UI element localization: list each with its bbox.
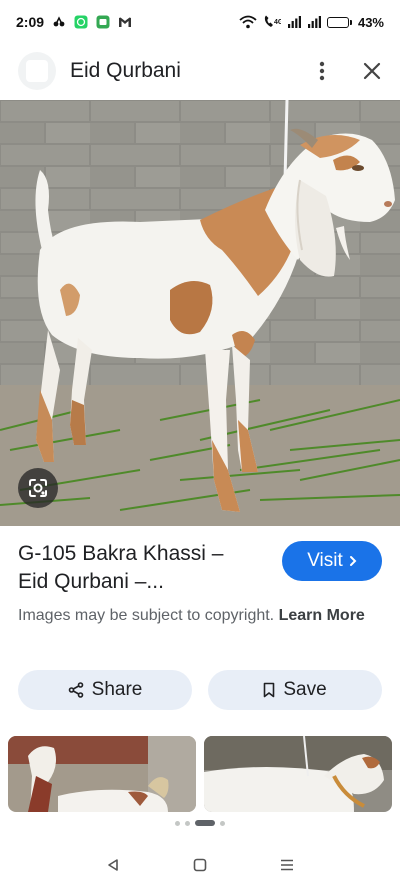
page-indicator	[0, 820, 400, 826]
system-nav-bar	[0, 842, 400, 888]
visit-button[interactable]: Visit	[282, 541, 382, 581]
main-image[interactable]	[0, 100, 400, 526]
close-icon[interactable]	[360, 59, 384, 83]
message-icon	[96, 15, 110, 29]
call-icon: 4G	[264, 15, 281, 27]
whatsapp-icon	[74, 15, 88, 29]
share-button[interactable]: Share	[18, 670, 192, 710]
save-label: Save	[283, 679, 327, 700]
more-vert-icon[interactable]	[310, 59, 334, 83]
page-dot	[220, 820, 225, 826]
related-image[interactable]	[204, 736, 392, 812]
status-time: 2:09	[16, 14, 45, 30]
share-label: Share	[91, 679, 143, 700]
home-icon[interactable]	[188, 853, 212, 877]
page-dot	[175, 820, 180, 826]
share-icon	[68, 682, 83, 698]
page-title: Eid Qurbani	[70, 59, 181, 82]
page-dot-active	[195, 820, 215, 826]
related-images	[0, 736, 400, 812]
save-button[interactable]: Save	[208, 670, 382, 710]
battery-icon	[326, 16, 352, 28]
gmail-icon	[119, 17, 132, 27]
recents-icon[interactable]	[275, 853, 299, 877]
bookmark-icon	[264, 682, 275, 698]
copyright-text: Images may be subject to copyright.	[18, 607, 275, 624]
action-row: Share Save	[18, 670, 382, 710]
battery-percent: 43%	[357, 14, 384, 30]
lens-icon[interactable]	[18, 468, 58, 508]
learn-more-link[interactable]: Learn More	[279, 607, 365, 624]
goat-photo	[0, 100, 400, 526]
chevron-right-icon	[349, 556, 357, 566]
result-info: G-105 Bakra Khassi – Eid Qurbani –... Vi…	[18, 540, 382, 596]
copyright-notice: Images may be subject to copyright. Lear…	[18, 604, 382, 628]
related-image[interactable]	[8, 736, 196, 812]
result-title[interactable]: G-105 Bakra Khassi – Eid Qurbani –...	[18, 540, 268, 596]
header: Eid Qurbani	[0, 44, 400, 98]
status-bar: 2:09 4G 43%	[0, 0, 400, 44]
site-logo-icon	[18, 52, 56, 90]
signal-icon	[307, 16, 321, 28]
visit-label: Visit	[307, 550, 343, 571]
back-icon[interactable]	[101, 853, 125, 877]
page-dot	[185, 820, 190, 826]
wifi-icon	[239, 15, 257, 29]
notification-icon	[53, 16, 65, 27]
signal-icon	[287, 16, 301, 28]
svg-text:4G: 4G	[274, 19, 281, 26]
